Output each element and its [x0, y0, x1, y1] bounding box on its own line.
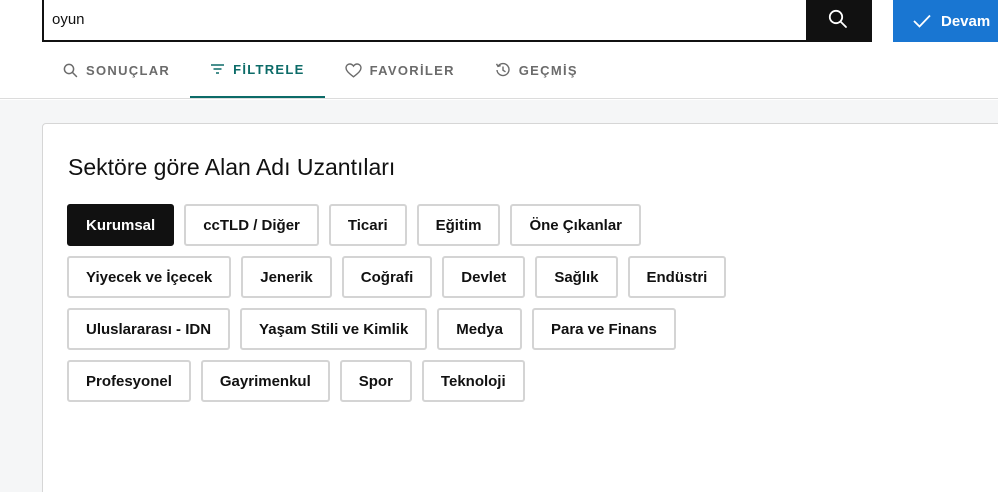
chip-endustri[interactable]: Endüstri — [627, 256, 727, 298]
page: Devam SONUÇLAR FİLTRELE — [0, 0, 998, 492]
tab-bar: SONUÇLAR FİLTRELE FAVORİLER GEÇMİŞ — [43, 42, 598, 98]
panel-title: Sektöre göre Alan Adı Uzantıları — [68, 154, 396, 180]
chip-spor[interactable]: Spor — [339, 360, 412, 402]
chip-row: Yiyecek ve İçecek Jenerik Coğrafi Devlet… — [67, 256, 787, 298]
continue-button[interactable]: Devam — [893, 0, 998, 42]
chip-devlet[interactable]: Devlet — [442, 256, 526, 298]
chip-idn[interactable]: Uluslararası - IDN — [67, 308, 231, 350]
content-area: Sektöre göre Alan Adı Uzantıları Kurumsa… — [0, 100, 998, 492]
chip-group: Kurumsal ccTLD / Diğer Ticari Eğitim Öne… — [67, 204, 787, 412]
chip-jenerik[interactable]: Jenerik — [241, 256, 332, 298]
chip-gayrimenkul[interactable]: Gayrimenkul — [200, 360, 330, 402]
chip-cografi[interactable]: Coğrafi — [341, 256, 433, 298]
search-bar — [42, 0, 872, 42]
tab-label: FAVORİLER — [369, 62, 455, 78]
chip-cctld[interactable]: ccTLD / Diğer — [184, 204, 319, 246]
search-icon — [828, 9, 847, 28]
tab-label: FİLTRELE — [233, 61, 305, 77]
filter-icon — [211, 64, 225, 74]
chip-saglik[interactable]: Sağlık — [535, 256, 618, 298]
heart-icon — [344, 62, 362, 78]
tab-label: SONUÇLAR — [86, 62, 171, 78]
header: Devam SONUÇLAR FİLTRELE — [0, 0, 998, 99]
filter-panel: Sektöre göre Alan Adı Uzantıları Kurumsa… — [42, 123, 998, 492]
chip-medya[interactable]: Medya — [437, 308, 522, 350]
chip-yasam-stili[interactable]: Yaşam Stili ve Kimlik — [240, 308, 428, 350]
tab-history[interactable]: GEÇMİŞ — [475, 42, 598, 98]
chip-para-finans[interactable]: Para ve Finans — [531, 308, 676, 350]
tab-favorites[interactable]: FAVORİLER — [325, 42, 475, 98]
chip-row: Uluslararası - IDN Yaşam Stili ve Kimlik… — [67, 308, 787, 350]
chip-one-cikanlar[interactable]: Öne Çıkanlar — [510, 204, 642, 246]
chip-row: Profesyonel Gayrimenkul Spor Teknoloji — [67, 360, 787, 402]
checkmark-icon — [913, 14, 931, 28]
search-button[interactable] — [806, 0, 870, 40]
continue-label: Devam — [941, 12, 991, 30]
tab-results[interactable]: SONUÇLAR — [43, 42, 190, 98]
chip-row: Kurumsal ccTLD / Diğer Ticari Eğitim Öne… — [67, 204, 787, 246]
search-icon — [63, 63, 78, 77]
chip-egitim[interactable]: Eğitim — [416, 204, 501, 246]
chip-teknoloji[interactable]: Teknoloji — [421, 360, 525, 402]
tab-filter[interactable]: FİLTRELE — [190, 42, 325, 98]
chip-yiyecek[interactable]: Yiyecek ve İçecek — [67, 256, 232, 298]
tab-label: GEÇMİŞ — [518, 62, 578, 78]
chip-kurumsal[interactable]: Kurumsal — [67, 204, 175, 246]
history-icon — [495, 62, 510, 77]
chip-profesyonel[interactable]: Profesyonel — [67, 360, 191, 402]
search-input[interactable] — [44, 0, 806, 40]
chip-ticari[interactable]: Ticari — [328, 204, 407, 246]
